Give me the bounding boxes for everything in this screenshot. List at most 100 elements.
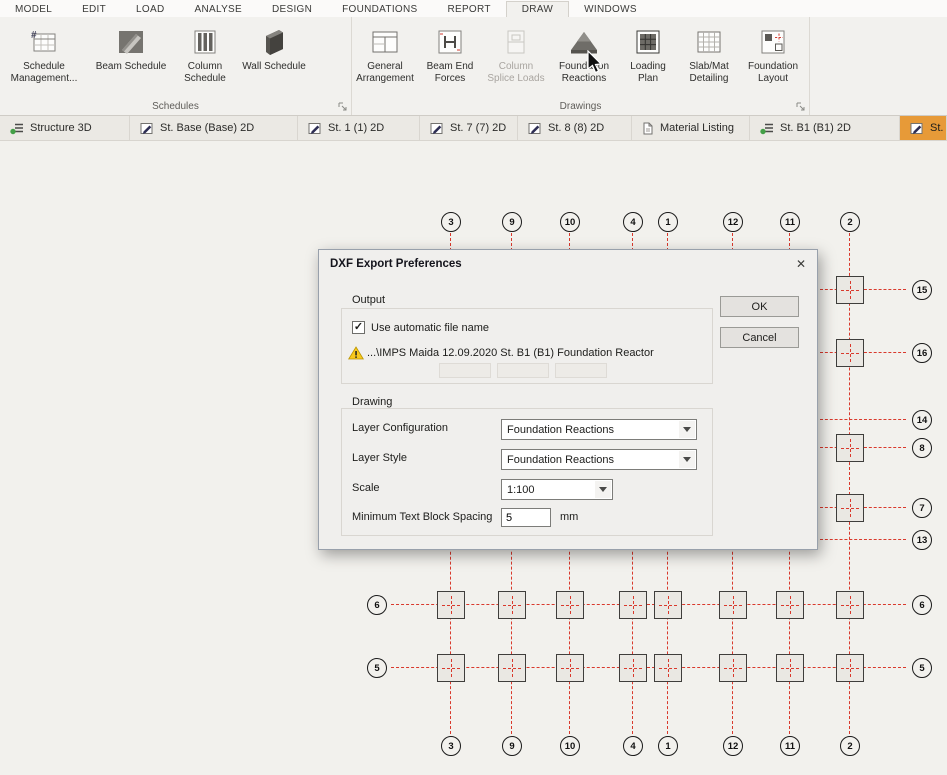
dialog-launcher-icon[interactable] (337, 101, 348, 117)
ribbon-button-schedule-management[interactable]: # Schedule Management... (0, 23, 88, 85)
tab-label: Material Listing (660, 122, 734, 134)
column-symbol[interactable] (437, 654, 465, 682)
scale-value: 1:100 (507, 483, 535, 496)
tab-bar: Structure 3D St. Base (Base) 2D St. 1 (1) … (0, 116, 947, 141)
ribbon-button-loading-plan[interactable]: Loading Plan (618, 23, 678, 85)
ribbon-button-slab-mat-detailing[interactable]: Slab/Mat Detailing (678, 23, 740, 85)
menu-item-draw[interactable]: DRAW (505, 1, 570, 17)
column-symbol[interactable] (776, 591, 804, 619)
tab-label: St. Base (Base) 2D (160, 122, 255, 134)
auto-filename-checkbox[interactable]: ✓ (352, 321, 365, 334)
tab-st-b1-b1-2d[interactable]: St. B1 (B1) 2D (750, 116, 900, 140)
column-symbol[interactable] (619, 654, 647, 682)
ribbon-button-foundation-layout[interactable]: Foundation Layout (740, 23, 806, 85)
grid-bubble-left: 6 (367, 595, 387, 615)
ribbon-button-beam-schedule[interactable]: Beam Schedule (88, 23, 174, 73)
grid-bubble-right: 5 (912, 658, 932, 678)
ribbon-group-drawings: General Arrangement Beam End Forces Column… (352, 17, 810, 115)
column-symbol[interactable] (836, 339, 864, 367)
layer-style-select[interactable]: Foundation Reactions (501, 449, 697, 470)
disabled-button (497, 363, 549, 378)
column-symbol[interactable] (719, 654, 747, 682)
grid-bubble-top: 3 (441, 212, 461, 232)
menu-item-foundations[interactable]: FOUNDATIONS (327, 1, 432, 17)
min-text-block-spacing-input[interactable] (501, 508, 551, 527)
column-symbol[interactable] (556, 654, 584, 682)
tab-label: St. 7 (7) 2D (450, 122, 507, 134)
column-symbol[interactable] (836, 591, 864, 619)
grid-bubble-right: 15 (912, 280, 932, 300)
ribbon-button-wall-schedule[interactable]: Wall Schedule (236, 23, 312, 73)
drawing-2d-icon (910, 122, 924, 135)
file-path-text: ...\IMPS Maida 12.09.2020 St. B1 (B1) Fo… (367, 347, 654, 359)
grid-bubble-right: 14 (912, 410, 932, 430)
column-symbol[interactable] (654, 591, 682, 619)
ribbon-button-beam-end-forces[interactable]: Beam End Forces (418, 23, 482, 85)
menu-item-windows[interactable]: WINDOWS (569, 1, 652, 17)
layer-configuration-select[interactable]: Foundation Reactions (501, 419, 697, 440)
menu-item-load[interactable]: LOAD (121, 1, 179, 17)
grid-bubble-bottom: 4 (623, 736, 643, 756)
ribbon-button-column-schedule[interactable]: Column Schedule (174, 23, 236, 85)
column-symbol[interactable] (776, 654, 804, 682)
column-symbol[interactable] (836, 276, 864, 304)
scale-select[interactable]: 1:100 (501, 479, 613, 500)
column-symbol[interactable] (836, 434, 864, 462)
tab-st-8-8-2d[interactable]: St. 8 (8) 2D (518, 116, 632, 140)
chevron-down-icon (595, 481, 611, 498)
ribbon-group-schedules: # Schedule Management... Beam Schedule Colu… (0, 17, 352, 115)
menu-item-report[interactable]: REPORT (432, 1, 505, 17)
grid-bubble-right: 16 (912, 343, 932, 363)
document-icon (642, 122, 654, 135)
tab-material-listing[interactable]: Material Listing (632, 116, 750, 140)
dialog-launcher-icon[interactable] (795, 101, 806, 117)
drawing-section-label: Drawing (352, 396, 393, 408)
column-symbol[interactable] (498, 654, 526, 682)
tab-st-base-base-2d[interactable]: St. Base (Base) 2D (130, 116, 298, 140)
grid-bubble-top: 11 (780, 212, 800, 232)
wall-schedule-icon (259, 25, 289, 59)
tab-st-1-1-2d[interactable]: St. 1 (1) 2D (298, 116, 420, 140)
cancel-button[interactable]: Cancel (720, 327, 799, 348)
close-icon[interactable]: ✕ (796, 258, 806, 270)
column-symbol[interactable] (719, 591, 747, 619)
column-symbol[interactable] (836, 494, 864, 522)
chevron-down-icon (679, 421, 695, 438)
grid-bubble-right: 6 (912, 595, 932, 615)
general-arrangement-icon (370, 25, 400, 59)
layer-style-label: Layer Style (352, 452, 408, 464)
menu-item-edit[interactable]: EDIT (67, 1, 121, 17)
grid-bubble-bottom: 1 (658, 736, 678, 756)
tab-label: St. B (930, 122, 946, 134)
column-symbol[interactable] (556, 591, 584, 619)
auto-filename-label: Use automatic file name (371, 322, 489, 334)
horizontal-gridline (391, 667, 906, 668)
drawing-2d-icon (430, 122, 444, 135)
grid-bubble-top: 2 (840, 212, 860, 232)
ribbon-button-label: General Arrangement (356, 61, 414, 84)
grid-bubble-right: 7 (912, 498, 932, 518)
slab-mat-detailing-icon (694, 25, 724, 59)
column-symbol[interactable] (437, 591, 465, 619)
column-symbol[interactable] (836, 654, 864, 682)
column-symbol[interactable] (498, 591, 526, 619)
schedule-management-icon: # (29, 25, 59, 59)
ribbon-button-general-arrangement[interactable]: General Arrangement (352, 23, 418, 85)
tab-st-7-7-2d[interactable]: St. 7 (7) 2D (420, 116, 518, 140)
menu-item-model[interactable]: MODEL (0, 1, 67, 17)
horizontal-gridline (820, 419, 906, 420)
svg-text:#: # (31, 30, 37, 41)
column-symbol[interactable] (654, 654, 682, 682)
ok-button[interactable]: OK (720, 296, 799, 317)
horizontal-gridline (391, 604, 906, 605)
tab-st-b[interactable]: St. B (900, 116, 947, 140)
tab-structure-3d[interactable]: Structure 3D (0, 116, 130, 140)
foundation-layout-icon (758, 25, 788, 59)
column-symbol[interactable] (619, 591, 647, 619)
menu-item-design[interactable]: DESIGN (257, 1, 327, 17)
ribbon-button-label: Column Splice Loads (487, 61, 545, 84)
ribbon-button-label: Wall Schedule (242, 61, 306, 72)
dialog-title: DXF Export Preferences (330, 258, 462, 270)
column-splice-loads-icon (501, 25, 531, 59)
menu-item-analyse[interactable]: ANALYSE (179, 1, 257, 17)
